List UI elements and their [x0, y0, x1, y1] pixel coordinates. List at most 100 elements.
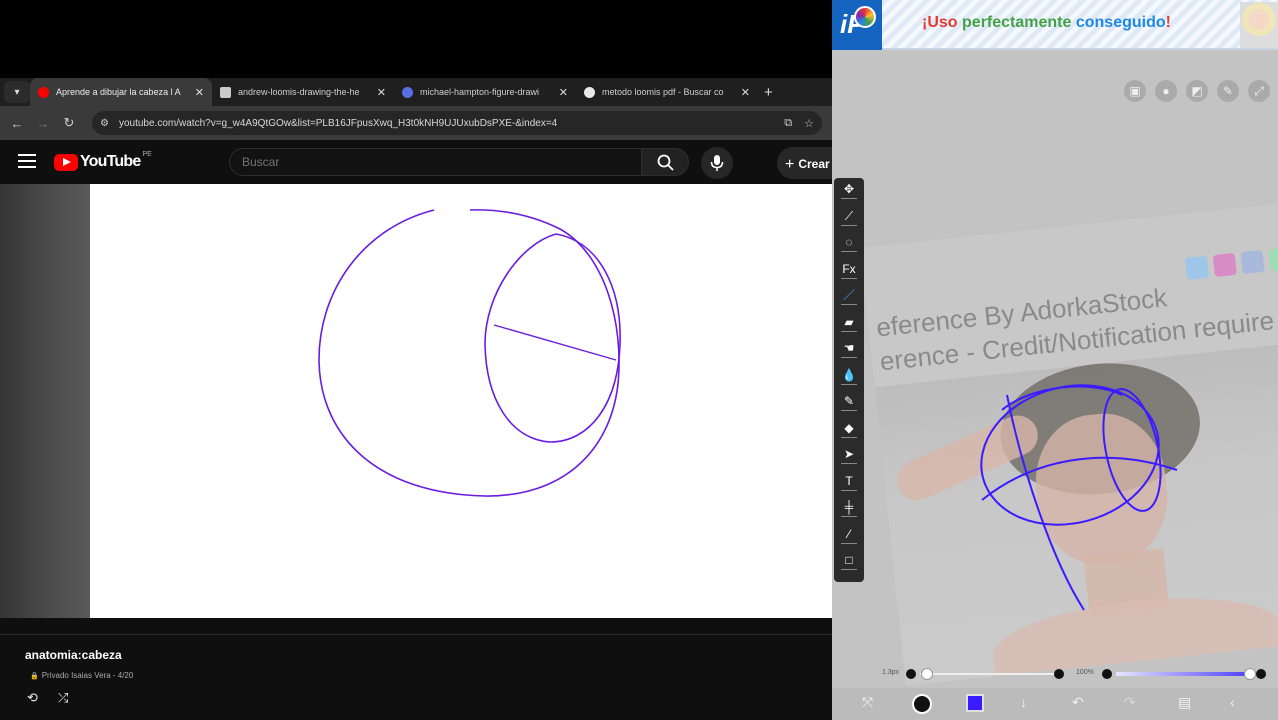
youtube-play-icon	[54, 153, 78, 171]
address-bar[interactable]: ⚙ youtube.com/watch?v=g_w4A9QtGOw&list=P…	[92, 111, 822, 135]
tab-loomis-video[interactable]: Aprende a dibujar la cabeza l A ✕	[30, 78, 212, 106]
tool-special[interactable]: ✎	[834, 390, 864, 417]
redo-icon[interactable]: ↷	[1124, 694, 1136, 711]
select-icon: ➤	[843, 447, 855, 462]
tool-filter[interactable]: Fx	[834, 258, 864, 285]
brush-sliders: 1.3px 100%	[880, 666, 1270, 682]
tool-fill[interactable]: ◆	[834, 417, 864, 444]
tool-caption	[841, 542, 857, 544]
blur-icon: 💧	[841, 367, 857, 382]
brush-size-max-icon	[1054, 669, 1064, 679]
tool-eraser[interactable]: ▰	[834, 311, 864, 338]
plus-icon: +	[785, 156, 795, 173]
playlist-meta: 🔒 Privado Isaias Vera - 4/20	[30, 671, 133, 680]
download-arrow-icon[interactable]: ↓	[1020, 694, 1027, 710]
filter-icon: Fx	[842, 261, 856, 276]
cranium-circle-stroke	[318, 209, 620, 497]
tool-move[interactable]: ✥	[834, 178, 864, 205]
tool-select[interactable]: ➤	[834, 443, 864, 470]
close-icon[interactable]: ✕	[741, 86, 750, 99]
search-button[interactable]	[641, 148, 689, 176]
voice-search-button[interactable]	[701, 147, 733, 179]
transform-icon[interactable]: ⤧	[862, 694, 873, 711]
frame-divider-icon: ╪	[844, 500, 854, 515]
playlist-title[interactable]: anatomia:cabeza	[25, 648, 122, 662]
tool-caption	[841, 383, 857, 385]
country-code: PE	[142, 150, 152, 158]
fill-icon: ◆	[844, 420, 854, 435]
close-icon[interactable]: ✕	[195, 86, 204, 99]
tool-palette: ✥ ⟋ ◌ Fx ／ ▰ ☚ 💧 ✎ ◆ ➤ T ╪ ⁄ □	[834, 178, 864, 582]
brush-icon: ／	[842, 288, 855, 303]
tool-frame-divider[interactable]: ╪	[834, 496, 864, 523]
hamburger-menu-icon[interactable]	[18, 154, 36, 172]
video-player[interactable]	[0, 184, 832, 618]
tool-caption	[841, 330, 857, 332]
tool-smudge[interactable]: ☚	[834, 337, 864, 364]
tab-michael-hampton[interactable]: michael-hampton-figure-drawi ✕	[394, 78, 576, 106]
undo-icon[interactable]: ↶	[1072, 694, 1084, 711]
site-info-icon[interactable]: ⚙	[100, 118, 109, 129]
close-icon[interactable]: ✕	[377, 86, 386, 99]
tab-google-search[interactable]: metodo loomis pdf - Buscar co ✕	[576, 78, 758, 106]
back-arrow-icon[interactable]: ‹	[1230, 694, 1235, 710]
opacity-label: 100%	[1076, 669, 1094, 676]
tool-canvas[interactable]: □	[834, 549, 864, 576]
screen: ▾ Aprende a dibujar la cabeza l A ✕ andr…	[0, 0, 1278, 720]
tool-caption	[841, 516, 857, 518]
head-ellipse-stroke	[980, 384, 1160, 526]
special-icon: ✎	[843, 394, 855, 409]
shuffle-icon[interactable]: ⤮	[58, 690, 68, 706]
forward-icon[interactable]: →	[30, 116, 56, 131]
tool-magic-wand[interactable]: ⟋	[834, 205, 864, 232]
divider	[0, 634, 832, 635]
brush-size-label: 1.3px	[882, 669, 900, 676]
new-tab-icon[interactable]: +	[764, 84, 773, 101]
color-swatch-button[interactable]	[966, 694, 984, 712]
tool-caption	[841, 198, 857, 200]
google-icon	[584, 86, 595, 98]
tool-brush[interactable]: ／	[834, 284, 864, 311]
bottom-toolbar: ⤧ ↓ ↶ ↷ ▤ ‹	[832, 688, 1278, 720]
youtube-icon	[38, 86, 49, 98]
brush-size-min-icon	[906, 669, 916, 679]
archive-icon	[402, 86, 413, 98]
tool-text[interactable]: T	[834, 470, 864, 497]
brush-size-slider[interactable]	[920, 668, 933, 680]
layers-icon[interactable]: ▤	[1178, 694, 1191, 711]
tool-caption	[841, 251, 857, 253]
search-input[interactable]	[229, 148, 641, 176]
close-icon[interactable]: ✕	[559, 86, 568, 99]
tab-label: metodo loomis pdf - Buscar co	[602, 87, 724, 97]
tab-andrew-loomis[interactable]: andrew-loomis-drawing-the-he ✕	[212, 78, 394, 106]
cranium-top-stroke	[1001, 385, 1123, 411]
ibis-paint-app: iP ¡Uso perfectamente conseguido! ▣ ● ◩ …	[832, 0, 1278, 720]
tool-lasso[interactable]: ◌	[834, 231, 864, 258]
opacity-track[interactable]	[1116, 672, 1254, 676]
open-in-app-icon[interactable]: ⧉	[784, 117, 792, 130]
tab-search-button[interactable]: ▾	[4, 81, 30, 103]
url-text: youtube.com/watch?v=g_w4A9QtGOw&list=PLB…	[118, 117, 558, 129]
youtube-wordmark: YouTube	[80, 153, 141, 170]
tool-eyedropper[interactable]: ⁄	[834, 523, 864, 550]
loomis-sketch	[318, 209, 621, 497]
bookmark-star-icon[interactable]: ☆	[804, 117, 814, 130]
reload-icon[interactable]: ↻	[56, 115, 82, 131]
back-icon[interactable]: ←	[4, 116, 30, 131]
opacity-slider[interactable]	[1244, 668, 1256, 680]
tab-bar: ▾ Aprende a dibujar la cabeza l A ✕ andr…	[0, 78, 832, 106]
user-sketch-layer[interactable]	[832, 0, 1278, 720]
tool-caption	[841, 304, 857, 306]
tool-blur[interactable]: 💧	[834, 364, 864, 391]
youtube-logo[interactable]: YouTube PE	[54, 150, 152, 171]
centre-line-stroke	[1006, 394, 1085, 611]
create-label: Crear	[798, 157, 830, 171]
tool-caption	[841, 357, 857, 359]
loop-playlist-icon[interactable]: ⟲	[27, 690, 38, 706]
brush-preview-button[interactable]	[912, 694, 932, 714]
brow-line-stroke	[493, 324, 617, 361]
player-background	[0, 184, 90, 618]
brush-size-track[interactable]	[920, 673, 1056, 675]
side-plane-ellipse-stroke	[484, 233, 621, 443]
canvas-icon: □	[845, 553, 853, 568]
